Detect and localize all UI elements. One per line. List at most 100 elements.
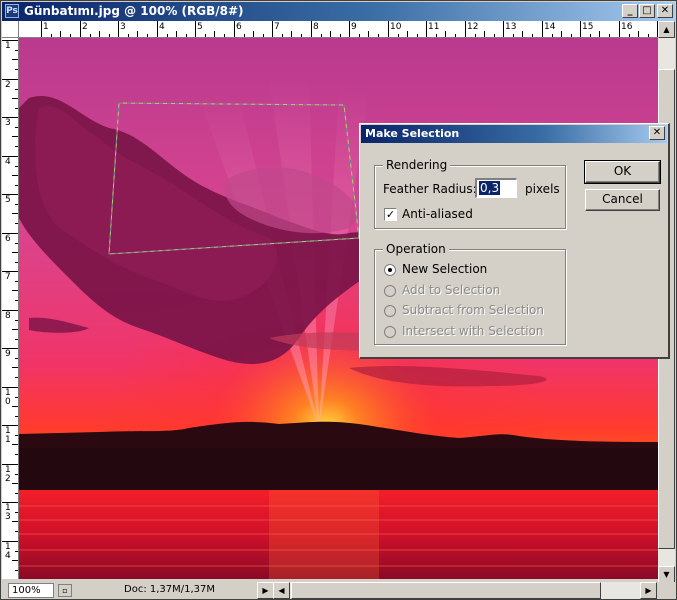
- ruler-minor-tick: [109, 34, 110, 37]
- ruler-minor-tick: [552, 34, 553, 37]
- ruler-minor-tick: [12, 560, 18, 561]
- ruler-minor-tick: [15, 377, 18, 378]
- title-bar[interactable]: Ps Günbatımı.jpg @ 100% (RGB/8#) _ □ ✕: [2, 2, 675, 21]
- ruler-minor-tick: [407, 31, 408, 37]
- ruler-minor-tick: [12, 252, 18, 253]
- ruler-minor-tick: [90, 34, 91, 37]
- operation-group: Operation New Selection Add to Selection…: [374, 242, 566, 345]
- ruler-minor-tick: [330, 31, 331, 37]
- ruler-left-label: 5: [5, 195, 11, 205]
- ruler-minor-tick: [15, 127, 18, 128]
- window-title: Günbatımı.jpg @ 100% (RGB/8#): [24, 4, 244, 18]
- ruler-left-label: 2: [5, 80, 11, 90]
- ruler-minor-tick: [475, 34, 476, 37]
- ruler-top-label: 7: [274, 22, 280, 32]
- ruler-minor-tick: [561, 31, 562, 37]
- ruler-minor-tick: [15, 454, 18, 455]
- radio-new-selection[interactable]: [384, 264, 396, 276]
- ruler-tick: [80, 21, 81, 37]
- ruler-minor-tick: [12, 175, 18, 176]
- ruler-left-label: 6: [5, 234, 11, 244]
- ok-button[interactable]: OK: [584, 160, 661, 184]
- ruler-minor-tick: [15, 223, 18, 224]
- feather-radius-value: 0,3: [479, 181, 501, 195]
- ruler-minor-tick: [12, 329, 18, 330]
- ruler-minor-tick: [137, 31, 138, 37]
- ruler-minor-tick: [445, 31, 446, 37]
- ruler-minor-tick: [340, 34, 341, 37]
- ruler-top-label: 11: [428, 22, 440, 32]
- status-bar: 100% ▫ Doc: 1,37M/1,37M ▶ ◀ ▶: [2, 582, 675, 599]
- ruler-minor-tick: [513, 34, 514, 37]
- ruler-minor-tick: [12, 406, 18, 407]
- ruler-tick: [2, 156, 18, 157]
- ruler-origin[interactable]: [2, 21, 19, 38]
- close-button[interactable]: ✕: [657, 4, 673, 18]
- ruler-tick: [2, 387, 18, 388]
- scroll-up-button[interactable]: ▲: [658, 21, 675, 38]
- ruler-tick: [465, 21, 466, 37]
- ruler-tick: [349, 21, 350, 37]
- option-add-to-selection: Add to Selection: [402, 283, 501, 297]
- horizontal-scrollbar[interactable]: ▶ ◀ ▶: [257, 582, 657, 599]
- ruler-minor-tick: [15, 493, 18, 494]
- scroll-left-button[interactable]: ▶: [257, 582, 274, 599]
- ruler-minor-tick: [60, 31, 61, 37]
- dialog-close-button[interactable]: ✕: [649, 126, 665, 140]
- ruler-horizontal[interactable]: 123456789101112131415161718: [19, 21, 658, 38]
- ruler-minor-tick: [12, 483, 18, 484]
- ruler-vertical[interactable]: 1 2 3 4 5 6 7 8 9 10 11 12 13 14: [2, 38, 19, 579]
- ruler-minor-tick: [455, 34, 456, 37]
- antialiased-checkbox[interactable]: ✓: [384, 208, 397, 221]
- ruler-minor-tick: [15, 551, 18, 552]
- rendering-legend: Rendering: [383, 158, 451, 172]
- ruler-top-label: 16: [621, 22, 633, 32]
- ruler-minor-tick: [253, 31, 254, 37]
- ruler-minor-tick: [15, 339, 18, 340]
- ruler-tick: [2, 271, 18, 272]
- ruler-minor-tick: [15, 185, 18, 186]
- ruler-tick: [234, 21, 235, 37]
- ruler-minor-tick: [263, 34, 264, 37]
- zoom-field[interactable]: 100%: [8, 583, 54, 598]
- ruler-minor-tick: [15, 69, 18, 70]
- ruler-minor-tick: [15, 166, 18, 167]
- operation-legend: Operation: [383, 242, 449, 256]
- feather-radius-input[interactable]: 0,3: [475, 178, 517, 198]
- ruler-minor-tick: [15, 146, 18, 147]
- ruler-minor-tick: [186, 34, 187, 37]
- cancel-button[interactable]: Cancel: [585, 189, 660, 211]
- ruler-tick: [503, 21, 504, 37]
- ruler-minor-tick: [15, 512, 18, 513]
- ruler-minor-tick: [436, 34, 437, 37]
- ruler-top-label: 2: [82, 22, 88, 32]
- option-new-selection[interactable]: New Selection: [402, 262, 487, 276]
- ruler-minor-tick: [321, 34, 322, 37]
- ruler-top-label: 6: [236, 22, 242, 32]
- ruler-minor-tick: [599, 31, 600, 37]
- ruler-minor-tick: [214, 31, 215, 37]
- scroll-left-button-2[interactable]: ◀: [273, 582, 290, 599]
- minimize-button[interactable]: _: [622, 4, 638, 18]
- ruler-minor-tick: [15, 89, 18, 90]
- doc-info-icon[interactable]: ▫: [58, 584, 72, 597]
- ruler-tick: [311, 21, 312, 37]
- scroll-down-button[interactable]: ▼: [658, 566, 675, 583]
- ruler-top-label: 13: [505, 22, 517, 32]
- ruler-minor-tick: [12, 367, 18, 368]
- ruler-tick: [2, 348, 18, 349]
- horizontal-scroll-thumb[interactable]: [291, 582, 601, 599]
- scroll-right-button[interactable]: ▶: [640, 582, 657, 599]
- ruler-minor-tick: [301, 34, 302, 37]
- ruler-minor-tick: [291, 31, 292, 37]
- ruler-tick: [2, 40, 18, 41]
- ruler-minor-tick: [522, 31, 523, 37]
- ruler-minor-tick: [12, 59, 18, 60]
- ruler-minor-tick: [15, 50, 18, 51]
- maximize-button[interactable]: □: [639, 4, 655, 18]
- ruler-minor-tick: [629, 34, 630, 37]
- ruler-tick: [2, 541, 18, 542]
- dialog-title[interactable]: Make Selection: [361, 125, 667, 143]
- ruler-minor-tick: [15, 570, 18, 571]
- ruler-minor-tick: [368, 31, 369, 37]
